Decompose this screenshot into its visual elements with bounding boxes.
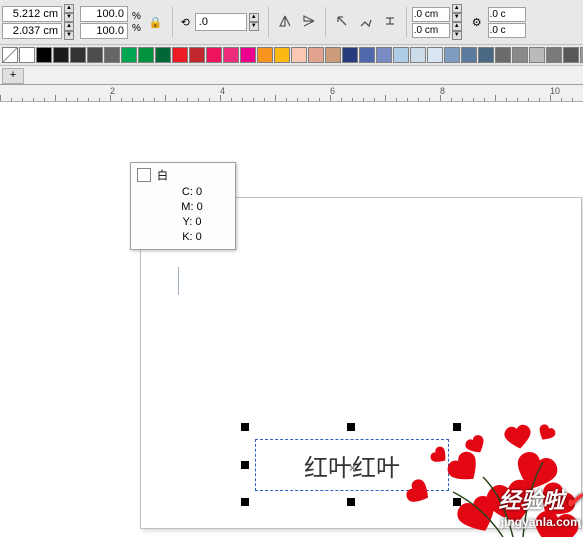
color-swatch[interactable] (563, 47, 579, 63)
property-bar: ▲▼ ▲▼ % % 🔒 ⟲ ▲▼ ▲▼ ▲▼ ⚙ (0, 0, 583, 45)
color-swatch[interactable] (172, 47, 188, 63)
rot-spinner[interactable]: ▲▼ (249, 13, 259, 31)
offset-group (412, 7, 450, 38)
offR-bot[interactable] (488, 23, 526, 38)
ruler-label: 6 (330, 86, 335, 96)
color-swatch[interactable] (121, 47, 137, 63)
canvas[interactable]: 白 C: 0 M: 0 Y: 0 K: 0 红叶红叶 × (0, 102, 583, 532)
size-spinner[interactable]: ▲▼ ▲▼ (64, 4, 74, 40)
object-scale (80, 6, 128, 39)
color-swatch[interactable] (155, 47, 171, 63)
tooltip-k: K: 0 (137, 230, 229, 245)
width-input[interactable] (2, 6, 62, 22)
tooltip-m: M: 0 (137, 200, 229, 215)
color-tooltip: 白 C: 0 M: 0 Y: 0 K: 0 (130, 162, 236, 250)
watermark: 经验啦✔ jingyanla.com (499, 483, 583, 529)
horizontal-ruler: 2 4 6 8 10 (0, 85, 583, 102)
tooltip-color-name: 白 (157, 167, 168, 183)
color-swatch[interactable] (138, 47, 154, 63)
tooltip-y: Y: 0 (137, 215, 229, 230)
object-size (2, 6, 62, 39)
color-swatch[interactable] (257, 47, 273, 63)
color-swatch[interactable] (53, 47, 69, 63)
color-swatch[interactable] (325, 47, 341, 63)
offset-y[interactable] (412, 23, 450, 38)
snap-icon[interactable] (379, 11, 401, 34)
lock-ratio-icon[interactable]: 🔒 (145, 16, 167, 29)
page-tabs: + (0, 66, 583, 85)
color-swatch[interactable] (342, 47, 358, 63)
ruler-label: 10 (550, 86, 560, 96)
watermark-title: 经验啦 (499, 488, 565, 513)
handle-tl[interactable] (241, 423, 249, 431)
color-palette: ▸ (0, 45, 583, 66)
scale-x-input[interactable] (80, 6, 128, 22)
color-swatch[interactable] (19, 47, 35, 63)
color-swatch[interactable] (206, 47, 222, 63)
scale-unit: % (132, 23, 141, 34)
offR-top[interactable] (488, 7, 526, 22)
ruler-label: 2 (110, 86, 115, 96)
color-swatch[interactable] (36, 47, 52, 63)
color-swatch[interactable] (189, 47, 205, 63)
mirror-h-icon[interactable] (274, 11, 296, 34)
tooltip-swatch (137, 168, 151, 182)
color-swatch[interactable] (359, 47, 375, 63)
color-swatch[interactable] (410, 47, 426, 63)
color-swatch[interactable] (274, 47, 290, 63)
color-swatch[interactable] (240, 47, 256, 63)
no-fill-swatch[interactable] (2, 47, 18, 63)
color-swatch[interactable] (87, 47, 103, 63)
color-swatch[interactable] (70, 47, 86, 63)
handle-bl[interactable] (241, 498, 249, 506)
color-swatch[interactable] (376, 47, 392, 63)
watermark-url: jingyanla.com (499, 515, 583, 529)
rotate-icon: ⟲ (178, 16, 193, 29)
rotation-input[interactable] (195, 13, 247, 31)
options-icon[interactable]: ⚙ (468, 13, 486, 32)
mirror-v-icon[interactable] (298, 11, 320, 34)
color-swatch[interactable] (495, 47, 511, 63)
handle-ml[interactable] (241, 461, 249, 469)
offset-x[interactable] (412, 7, 450, 22)
off-spinner[interactable]: ▲▼ ▲▼ (452, 4, 462, 40)
scale-y-input[interactable] (80, 23, 128, 39)
color-swatch[interactable] (478, 47, 494, 63)
tooltip-c: C: 0 (137, 185, 229, 200)
tooltip-pointer (178, 267, 179, 295)
color-swatch[interactable] (512, 47, 528, 63)
arrow-tl-icon[interactable] (331, 11, 353, 34)
scale-unit: % (132, 11, 141, 22)
color-swatch[interactable] (291, 47, 307, 63)
heart-decoration: 经验啦✔ jingyanla.com (343, 407, 583, 537)
color-swatch[interactable] (461, 47, 477, 63)
offset-right (488, 7, 526, 38)
ruler-label: 8 (440, 86, 445, 96)
color-swatch[interactable] (546, 47, 562, 63)
ruler-label: 4 (220, 86, 225, 96)
color-swatch[interactable] (444, 47, 460, 63)
color-swatch[interactable] (308, 47, 324, 63)
color-swatch[interactable] (529, 47, 545, 63)
color-swatch[interactable] (393, 47, 409, 63)
color-swatch[interactable] (427, 47, 443, 63)
color-swatch[interactable] (104, 47, 120, 63)
height-input[interactable] (2, 23, 62, 39)
color-swatch[interactable] (223, 47, 239, 63)
edit-node-icon[interactable] (355, 11, 377, 34)
add-page-button[interactable]: + (2, 68, 24, 84)
